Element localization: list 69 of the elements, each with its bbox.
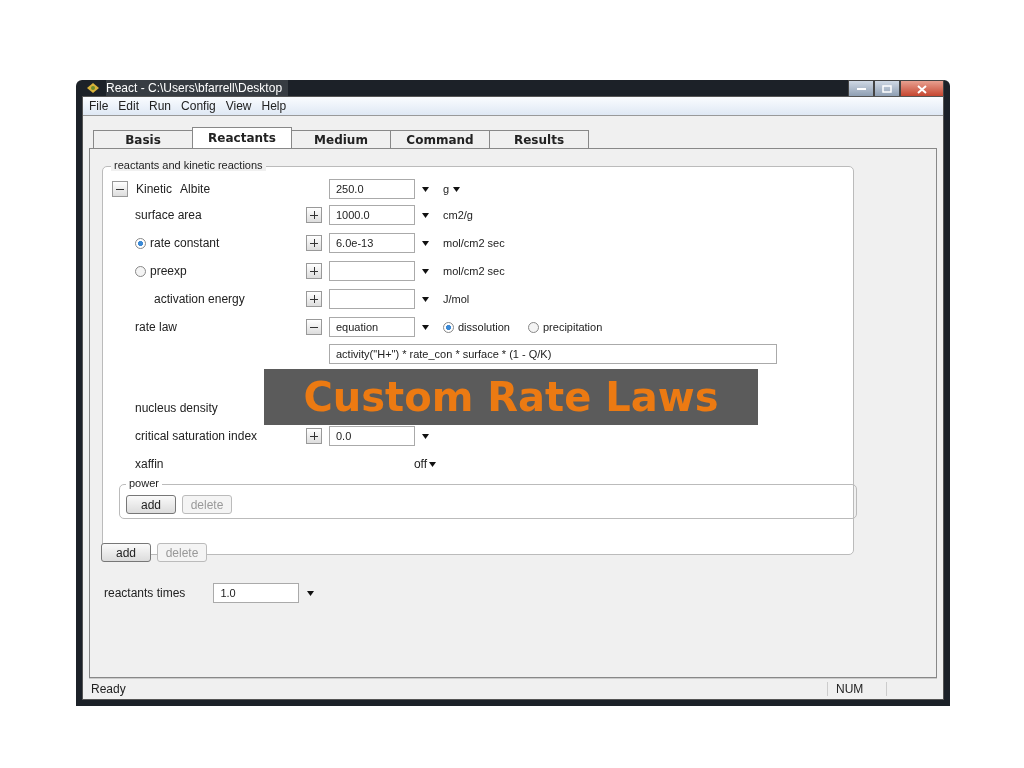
caret-icon[interactable]	[422, 240, 429, 246]
caret-icon[interactable]	[422, 212, 429, 218]
menu-item[interactable]: View	[225, 99, 252, 113]
expand-button[interactable]	[306, 235, 322, 251]
unit-label: mol/cm2 sec	[443, 237, 505, 249]
row-label: preexp	[150, 264, 187, 278]
value-field[interactable]	[329, 289, 415, 309]
expand-button[interactable]	[306, 207, 322, 223]
option-label: dissolution	[458, 321, 510, 333]
caret-icon[interactable]	[453, 186, 461, 192]
collapse-button[interactable]	[306, 319, 322, 335]
caret-icon[interactable]	[422, 186, 429, 192]
amount-field[interactable]: 250.0	[329, 179, 415, 199]
radio-button[interactable]	[528, 321, 539, 333]
expand-button[interactable]	[306, 428, 322, 444]
collapse-button[interactable]	[112, 181, 128, 197]
formula-field[interactable]: activity("H+") * rate_con * surface * (1 - Q/K)	[329, 343, 777, 364]
caret-icon[interactable]	[307, 590, 315, 596]
caret-icon[interactable]	[422, 433, 429, 439]
value-field[interactable]: 6.0e-13	[329, 233, 415, 253]
row-label: rate constant	[150, 236, 220, 250]
row-label: xaffin	[135, 457, 164, 471]
window-title: React - C:\Users\bfarrell\Desktop	[106, 80, 289, 96]
menu-item[interactable]: Config	[181, 99, 216, 113]
caret-icon[interactable]	[422, 296, 429, 302]
row-label: rate law	[135, 320, 178, 334]
title-banner: Custom Rate Laws	[264, 369, 758, 425]
minimize-icon	[856, 88, 866, 90]
row-label: surface area	[135, 208, 202, 222]
radio-button[interactable]	[135, 237, 146, 249]
action-button[interactable]: add	[101, 543, 151, 562]
value-field[interactable]	[329, 261, 415, 281]
maximize-icon	[882, 85, 892, 93]
status-message: Ready	[91, 682, 126, 696]
reactant-type: Kinetic	[136, 182, 173, 196]
menu-item[interactable]: File	[89, 99, 109, 113]
unit-label: J/mol	[443, 293, 470, 305]
close-icon	[917, 84, 927, 94]
menu-item[interactable]: Help	[261, 99, 287, 113]
option-label: precipitation	[543, 321, 603, 333]
caret-icon[interactable]	[429, 461, 436, 467]
row-label: critical saturation index	[135, 429, 258, 443]
tab[interactable]: Basis	[93, 130, 193, 148]
group-title: reactants and kinetic reactions	[111, 159, 266, 171]
menu-item[interactable]: Run	[149, 99, 172, 113]
tab[interactable]: Reactants	[192, 127, 292, 148]
value-field[interactable]: equation	[329, 317, 415, 337]
unit-label: cm2/g	[443, 209, 473, 221]
radio-button[interactable]	[443, 321, 454, 333]
app-icon	[86, 82, 100, 94]
field-label: reactants times	[104, 586, 186, 600]
radio-button[interactable]	[135, 265, 146, 277]
expand-button[interactable]	[306, 291, 322, 307]
value-field[interactable]: 0.0	[329, 426, 415, 446]
expand-button[interactable]	[306, 263, 322, 279]
action-button[interactable]: add	[126, 495, 176, 514]
status-indicator: NUM	[827, 682, 887, 696]
tab[interactable]: Results	[489, 130, 589, 148]
caret-icon[interactable]	[422, 268, 429, 274]
unit-dropdown[interactable]: g	[443, 183, 450, 195]
menu-item[interactable]: Edit	[118, 99, 140, 113]
value-field[interactable]: 1000.0	[329, 205, 415, 225]
reactant-name: Albite	[180, 182, 211, 196]
dropdown-value[interactable]: off	[413, 457, 427, 471]
row-label: activation energy	[154, 292, 245, 306]
times-field[interactable]: 1.0	[213, 583, 300, 603]
caret-icon[interactable]	[422, 324, 429, 330]
unit-label: mol/cm2 sec	[443, 265, 505, 277]
row-label: nucleus density	[135, 401, 218, 415]
